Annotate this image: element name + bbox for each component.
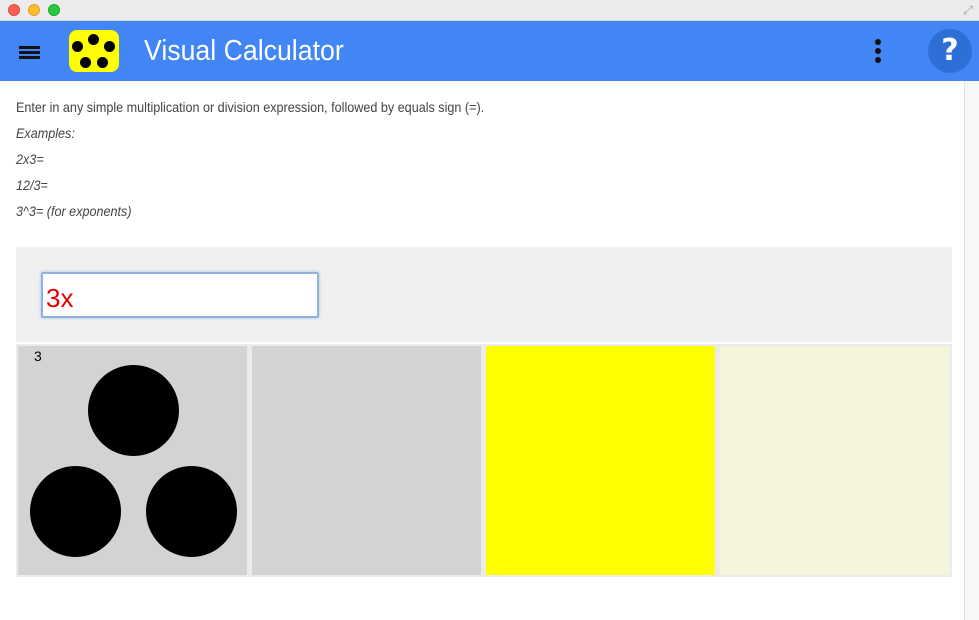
panel-count-label: 3: [34, 348, 42, 364]
counter-dot: [88, 365, 179, 456]
visual-panel-3: [486, 346, 715, 575]
visual-panel-1: 3: [18, 346, 247, 575]
dice-five-icon: [69, 30, 119, 72]
maximize-window-button[interactable]: [48, 4, 60, 16]
examples-label: Examples:: [16, 125, 75, 141]
close-window-button[interactable]: [8, 4, 20, 16]
visual-panels: 3: [16, 344, 952, 577]
expression-panel: [16, 247, 952, 342]
visual-panel-2: [252, 346, 481, 575]
counter-dot: [30, 466, 121, 557]
hamburger-menu-icon[interactable]: [19, 46, 40, 60]
help-button[interactable]: ?: [928, 29, 972, 73]
minimize-window-button[interactable]: [28, 4, 40, 16]
app-header: Visual Calculator ?: [0, 21, 979, 81]
instructions: Enter in any simple multiplication or di…: [16, 94, 536, 224]
counter-dot: [146, 466, 237, 557]
app-title: Visual Calculator: [144, 35, 344, 67]
example-item: 3^3= (for exponents): [16, 203, 132, 219]
example-item: 12/3=: [16, 177, 48, 193]
expression-input[interactable]: [41, 272, 319, 318]
example-item: 2x3=: [16, 151, 44, 167]
more-vertical-icon[interactable]: [870, 39, 886, 65]
app-window: ⤢ Visual Calculator ? Enter in any simpl…: [0, 0, 979, 620]
fullscreen-arrows-icon[interactable]: ⤢: [961, 3, 975, 17]
instructions-intro: Enter in any simple multiplication or di…: [16, 99, 485, 115]
window-titlebar: ⤢: [0, 0, 979, 21]
vertical-scrollbar[interactable]: [964, 81, 979, 620]
visual-panel-4: [720, 346, 950, 575]
